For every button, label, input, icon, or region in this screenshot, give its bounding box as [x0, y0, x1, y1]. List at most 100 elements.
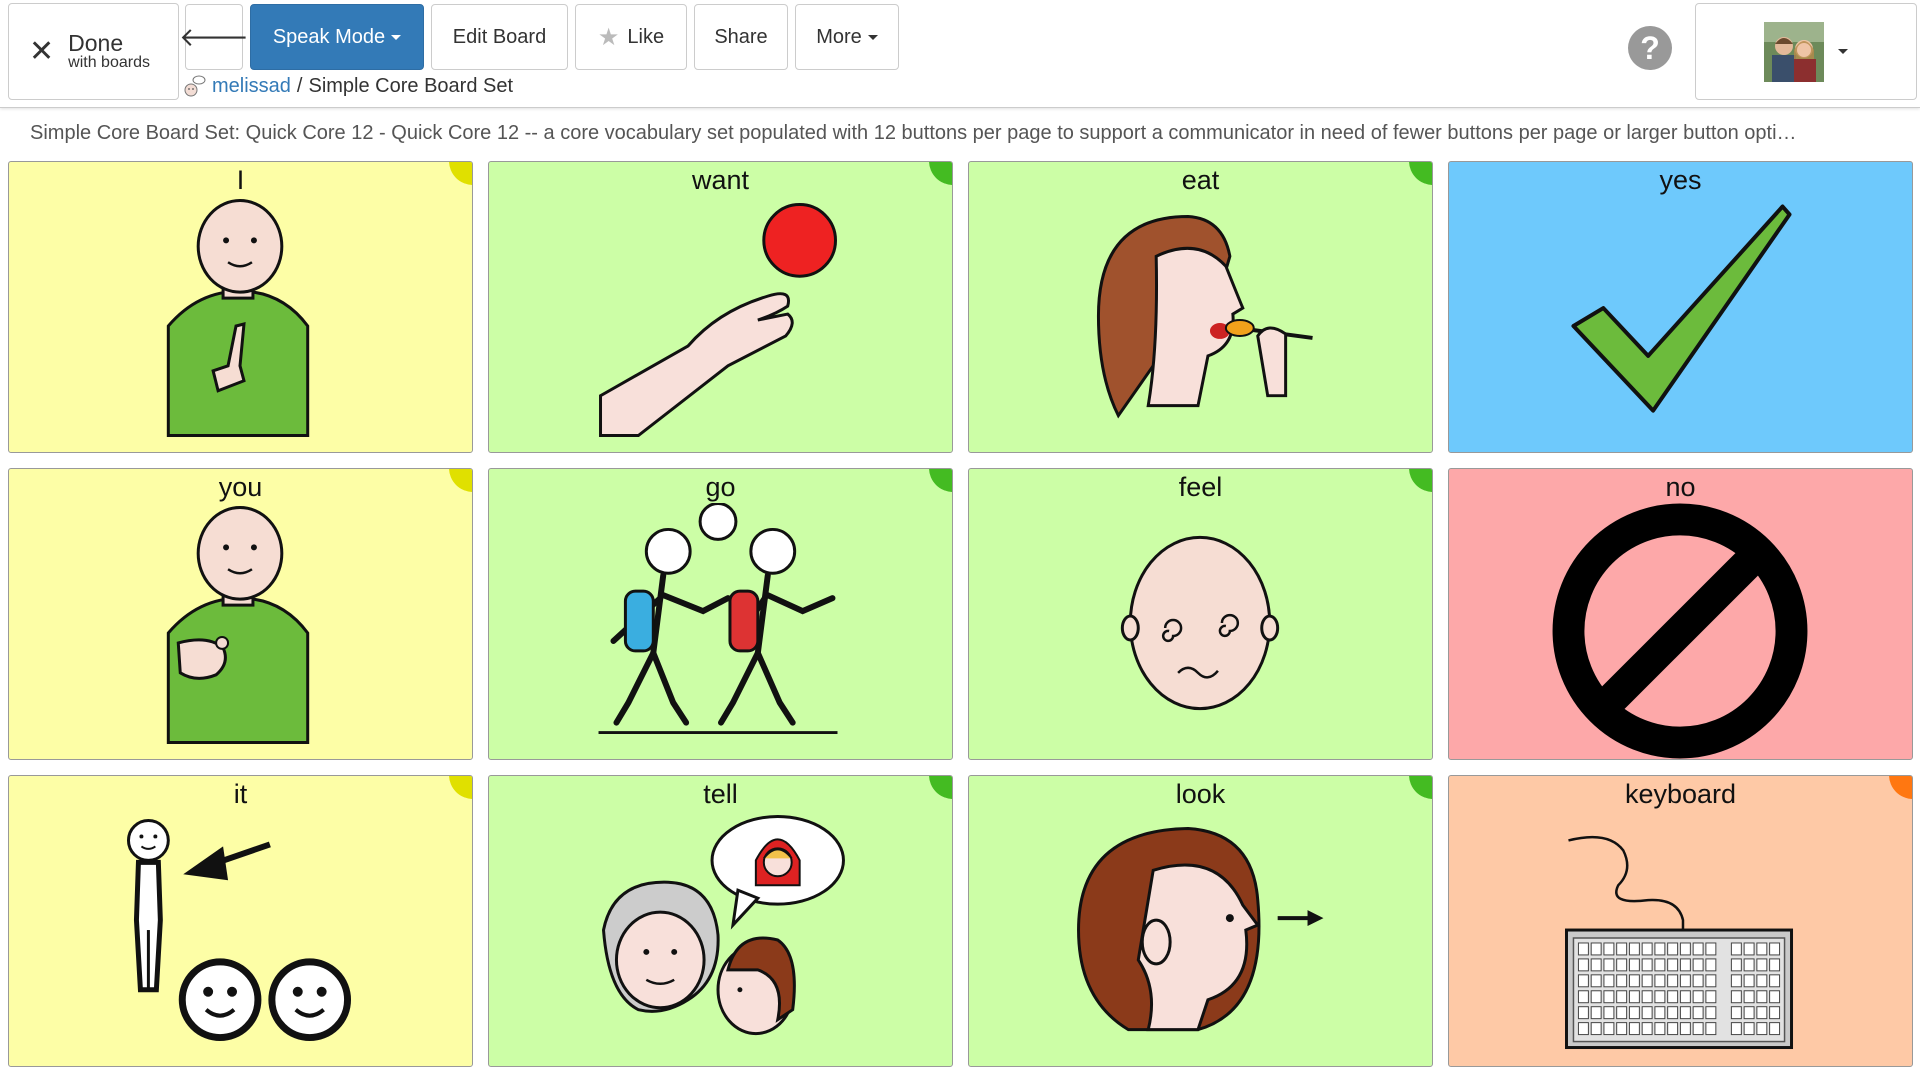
button-label: no [1665, 472, 1696, 502]
board-button-eat[interactable]: eat [968, 161, 1433, 453]
keyboard-key [1730, 1006, 1742, 1020]
keyboard-key [1756, 1022, 1768, 1036]
arrow-left-icon: 🡐 [179, 21, 249, 52]
user-menu[interactable] [1695, 3, 1917, 100]
button-label: look [1175, 779, 1226, 809]
board-button-yes[interactable]: yes [1448, 161, 1913, 453]
keyboard-key [1628, 1022, 1640, 1036]
back-button[interactable]: 🡐 [179, 4, 249, 70]
keyboard-key [1730, 974, 1742, 988]
user-avatar-icon [182, 74, 206, 98]
button-label: feel [1178, 472, 1223, 502]
caret-down-icon [1838, 49, 1848, 54]
keyboard-key [1756, 958, 1768, 972]
board-button-no[interactable]: no [1448, 468, 1913, 760]
like-button[interactable]: ★ Like [575, 4, 687, 70]
keyboard-key [1641, 942, 1653, 956]
keyboard-key [1692, 990, 1704, 1004]
keyboard-key [1628, 942, 1640, 956]
keyboard-key [1756, 942, 1768, 956]
keyboard-key [1692, 1006, 1704, 1020]
board-button-look[interactable]: look [968, 775, 1433, 1067]
speak-mode-button[interactable]: Speak Mode [250, 4, 424, 70]
keyboard-key [1616, 958, 1628, 972]
keyboard-key [1730, 958, 1742, 972]
keyboard-key [1654, 942, 1666, 956]
person-eating-spoon-icon [1096, 214, 1313, 419]
people-telling-story-icon [602, 815, 845, 1036]
top-toolbar: ✕ Done with boards 🡐 Speak Mode Edit Boa… [0, 0, 1920, 108]
done-text: Done with boards [68, 31, 150, 72]
keyboard-key [1769, 958, 1781, 972]
keyboard-key [1769, 1006, 1781, 1020]
keyboard-key [1590, 1022, 1602, 1036]
figure-arrow-faces-icon [126, 819, 352, 1042]
keyboard-icon [1564, 835, 1794, 1050]
done-button[interactable]: ✕ Done with boards [8, 3, 179, 100]
keyboard-key [1667, 990, 1679, 1004]
keyboard-key [1628, 1006, 1640, 1020]
keyboard-key [1769, 974, 1781, 988]
done-sublabel: with boards [68, 54, 150, 72]
breadcrumb-user-link[interactable]: melissad [212, 75, 291, 98]
help-icon[interactable]: ? [1628, 26, 1672, 70]
keyboard-key [1743, 974, 1755, 988]
head-looking-arrow-icon [1077, 826, 1324, 1032]
keyboard-key [1756, 990, 1768, 1004]
board-button-feel[interactable]: feel [968, 468, 1433, 760]
keyboard-key [1679, 958, 1691, 972]
keyboard-key [1692, 974, 1704, 988]
keyboard-key [1654, 1006, 1666, 1020]
keyboard-key [1705, 990, 1717, 1004]
more-label: More [816, 25, 862, 48]
button-label: eat [1181, 165, 1220, 195]
share-button[interactable]: Share [694, 4, 788, 70]
keyboard-key [1654, 974, 1666, 988]
keyboard-key [1641, 1022, 1653, 1036]
like-label: Like [627, 25, 665, 48]
breadcrumb: melissad / Simple Core Board Set [182, 74, 513, 98]
done-label: Done [68, 30, 124, 57]
keyboard-key [1628, 990, 1640, 1004]
board-button-you[interactable]: you [8, 468, 473, 760]
dizzy-face-icon [1120, 535, 1280, 711]
keyboard-key [1641, 974, 1653, 988]
speak-mode-label: Speak Mode [272, 25, 386, 48]
board-button-go[interactable]: go [488, 468, 953, 760]
keyboard-key [1667, 1022, 1679, 1036]
keyboard-key [1769, 942, 1781, 956]
button-label: want [691, 165, 750, 195]
board-button-tell[interactable]: tell [488, 775, 953, 1067]
more-button[interactable]: More [795, 4, 899, 70]
board-description: Simple Core Board Set: Quick Core 12 - Q… [30, 122, 1797, 144]
prohibited-icon [1552, 503, 1808, 759]
keyboard-key [1616, 1006, 1628, 1020]
keyboard-key [1692, 958, 1704, 972]
person-pointing-self-icon [166, 199, 310, 438]
keyboard-key [1756, 974, 1768, 988]
keyboard-key [1692, 942, 1704, 956]
keyboard-key [1577, 942, 1589, 956]
board-button-i[interactable]: I [8, 161, 473, 453]
checkmark-icon [1571, 204, 1792, 413]
keyboard-key [1730, 942, 1742, 956]
keyboard-key [1603, 1022, 1615, 1036]
edit-board-button[interactable]: Edit Board [431, 4, 568, 70]
keyboard-key [1577, 1006, 1589, 1020]
keyboard-key [1616, 990, 1628, 1004]
breadcrumb-separator: / [296, 74, 303, 97]
board-button-keyboard[interactable]: keyboard [1448, 775, 1913, 1067]
keyboard-key [1603, 1006, 1615, 1020]
keyboard-key [1654, 990, 1666, 1004]
star-icon: ★ [597, 23, 620, 51]
keyboard-key [1577, 958, 1589, 972]
keyboard-key [1705, 974, 1717, 988]
keyboard-key [1705, 958, 1717, 972]
keyboard-key [1641, 1006, 1653, 1020]
board-button-want[interactable]: want [488, 161, 953, 453]
button-label: tell [703, 779, 738, 809]
keyboard-key [1667, 942, 1679, 956]
board-button-it[interactable]: it [8, 775, 473, 1067]
keyboard-key [1692, 1022, 1704, 1036]
share-label: Share [714, 25, 768, 48]
